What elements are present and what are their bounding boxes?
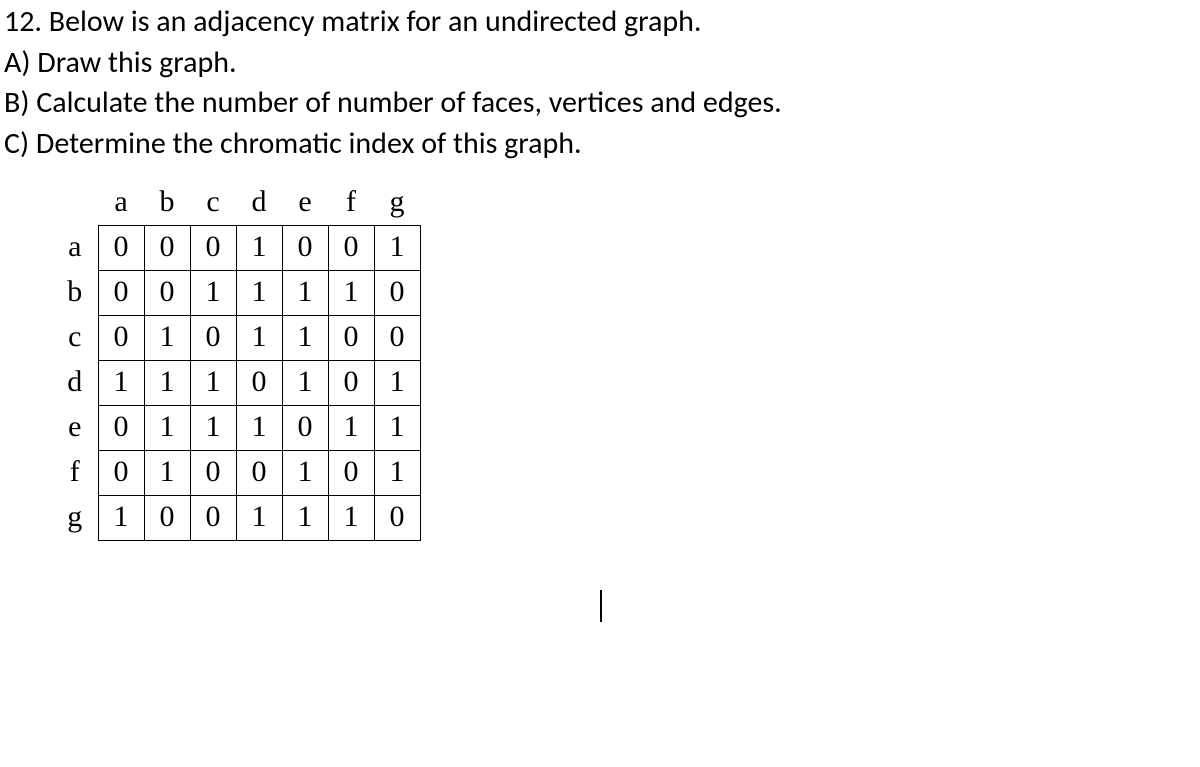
matrix-cell: 1 <box>236 270 282 315</box>
matrix-cell: 1 <box>374 225 420 270</box>
matrix-cell: 1 <box>374 450 420 495</box>
matrix-cell: 0 <box>190 315 236 360</box>
col-header: b <box>144 180 190 225</box>
matrix-cell: 1 <box>236 405 282 450</box>
matrix-cell: 1 <box>282 270 328 315</box>
corner-cell <box>52 180 98 225</box>
table-row: e 0 1 1 1 0 1 1 <box>52 405 420 450</box>
col-header: f <box>328 180 374 225</box>
matrix-cell: 0 <box>98 270 144 315</box>
row-header: d <box>52 360 98 405</box>
matrix-cell: 0 <box>328 360 374 405</box>
matrix-cell: 1 <box>328 495 374 540</box>
col-header: c <box>190 180 236 225</box>
matrix-cell: 1 <box>190 270 236 315</box>
matrix-cell: 0 <box>236 450 282 495</box>
row-header: c <box>52 315 98 360</box>
matrix-cell: 1 <box>98 360 144 405</box>
matrix-cell: 0 <box>282 405 328 450</box>
matrix-cell: 1 <box>144 315 190 360</box>
table-row: f 0 1 0 0 1 0 1 <box>52 450 420 495</box>
matrix-cell: 1 <box>374 360 420 405</box>
row-header: e <box>52 405 98 450</box>
col-header: d <box>236 180 282 225</box>
matrix-cell: 0 <box>98 405 144 450</box>
matrix-cell: 1 <box>282 360 328 405</box>
row-header: f <box>52 450 98 495</box>
col-header: a <box>98 180 144 225</box>
matrix-cell: 0 <box>328 315 374 360</box>
matrix-cell: 0 <box>236 360 282 405</box>
matrix-cell: 0 <box>190 225 236 270</box>
matrix-cell: 1 <box>374 405 420 450</box>
table-row: c 0 1 0 1 1 0 0 <box>52 315 420 360</box>
matrix-cell: 0 <box>328 225 374 270</box>
matrix-cell: 0 <box>98 315 144 360</box>
adjacency-matrix-container: a b c d e f g a 0 0 0 1 0 0 1 b 0 <box>52 180 1196 541</box>
matrix-cell: 1 <box>144 450 190 495</box>
row-header: a <box>52 225 98 270</box>
matrix-cell: 1 <box>282 450 328 495</box>
matrix-cell: 0 <box>144 495 190 540</box>
matrix-cell: 0 <box>374 495 420 540</box>
question-intro: 12. Below is an adjacency matrix for an … <box>4 2 1196 43</box>
table-row: g 1 0 0 1 1 1 0 <box>52 495 420 540</box>
matrix-cell: 0 <box>98 450 144 495</box>
matrix-cell: 1 <box>190 360 236 405</box>
col-header: e <box>282 180 328 225</box>
matrix-cell: 0 <box>98 225 144 270</box>
matrix-cell: 1 <box>236 495 282 540</box>
matrix-cell: 1 <box>282 315 328 360</box>
matrix-cell: 0 <box>144 270 190 315</box>
part-a: A) Draw this graph. <box>4 43 1196 84</box>
matrix-cell: 1 <box>190 405 236 450</box>
matrix-cell: 0 <box>328 450 374 495</box>
matrix-cell: 0 <box>374 315 420 360</box>
adjacency-matrix-table: a b c d e f g a 0 0 0 1 0 0 1 b 0 <box>52 180 421 541</box>
table-row: d 1 1 1 0 1 0 1 <box>52 360 420 405</box>
part-c: C) Determine the chromatic index of this… <box>4 124 1196 165</box>
part-b: B) Calculate the number of number of fac… <box>4 83 1196 124</box>
table-row: a 0 0 0 1 0 0 1 <box>52 225 420 270</box>
table-row: b 0 0 1 1 1 1 0 <box>52 270 420 315</box>
matrix-cell: 0 <box>144 225 190 270</box>
row-header: g <box>52 495 98 540</box>
matrix-cell: 1 <box>144 405 190 450</box>
matrix-cell: 1 <box>236 315 282 360</box>
matrix-cell: 0 <box>374 270 420 315</box>
matrix-cell: 0 <box>282 225 328 270</box>
matrix-cell: 1 <box>98 495 144 540</box>
row-header: b <box>52 270 98 315</box>
matrix-cell: 1 <box>282 495 328 540</box>
matrix-cell: 0 <box>190 495 236 540</box>
col-header: g <box>374 180 420 225</box>
matrix-cell: 1 <box>328 405 374 450</box>
matrix-cell: 1 <box>236 225 282 270</box>
matrix-cell: 1 <box>328 270 374 315</box>
text-cursor <box>600 590 602 622</box>
matrix-cell: 0 <box>190 450 236 495</box>
matrix-cell: 1 <box>144 360 190 405</box>
